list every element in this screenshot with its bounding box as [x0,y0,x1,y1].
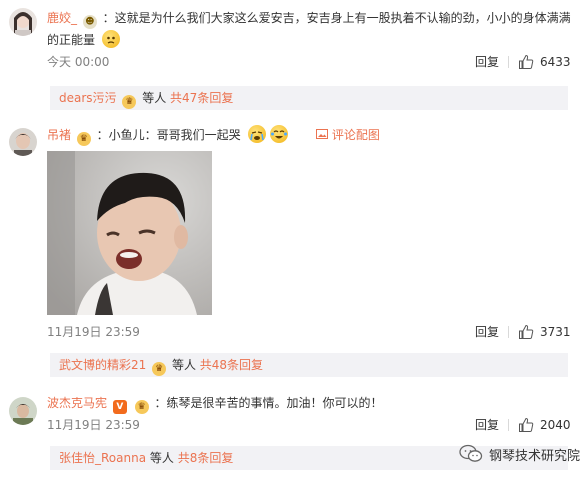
timestamp: 11月19日 23:59 [47,418,140,432]
fan-badge-icon: ♛ [134,400,149,414]
reply-count-link[interactable]: 共47条回复 [170,91,233,105]
thumbs-up-icon[interactable] [518,417,534,433]
verified-v-badge-icon: V [112,400,127,414]
crying-face-emoji-icon [247,125,266,143]
timestamp: 11月19日 23:59 [47,325,140,339]
thumbs-up-icon[interactable] [518,54,534,70]
like-count: 3731 [540,325,571,339]
wechat-icon [459,444,483,462]
avatar-image [9,8,37,36]
username-link[interactable]: 鹿姣_ [47,11,77,25]
image-icon[interactable] [316,128,328,140]
divider [508,419,509,431]
divider [508,326,509,338]
reply-username-link[interactable]: 张佳怡_Roanna [59,451,146,465]
fan-badge-icon: ♛ [152,362,167,376]
comment-body-cont: 的正能量 [47,30,120,50]
comment-text: ：小鱼儿：哥哥我们一起哭 [96,128,241,142]
username-link[interactable]: 吊褚 [47,128,71,142]
like-count: 6433 [540,55,571,69]
like-count: 2040 [540,418,571,432]
thumbs-up-icon[interactable] [518,324,534,340]
reply-suffix: 等人 [142,91,167,105]
divider [508,56,509,68]
laughing-tears-emoji-icon [270,125,289,143]
watermark: 钢琴技术研究院 [459,439,588,469]
comment-body: 波杰克马宪 V ♛ ：练琴是很辛苦的事情。加油！你可以的！ [47,393,383,414]
comment-body: 吊褚 ♛ ：小鱼儿：哥哥我们一起哭 评论配图 [47,125,380,146]
reply-username-link[interactable]: dears污污 [59,91,117,105]
comment-text-cont: 的正能量 [47,33,96,47]
fan-badge-icon: ☻ [82,15,97,29]
reply-count-link[interactable]: 共8条回复 [178,451,234,465]
avatar[interactable] [9,128,37,156]
avatar-image [9,397,37,425]
fan-badge-icon: ♛ [122,95,137,109]
reply-button[interactable]: 回复 [475,416,499,434]
comment-text: ：这就是为什么我们大家这么爱安吉，安吉身上有一股执着不认输的劲，小小的身体满满 [102,11,571,25]
reply-suffix: 等人 [171,358,196,372]
comment-image-link[interactable]: 评论配图 [332,128,380,142]
avatar[interactable] [9,397,37,425]
comment-2: 吊褚 ♛ ：小鱼儿：哥哥我们一起哭 评论配图 11月19日 23:59 回复 3… [0,115,588,380]
avatar-image [9,128,37,156]
reply-username-link[interactable]: 武文博的精彩21 [59,358,146,372]
reply-count-link[interactable]: 共48条回复 [200,358,263,372]
reply-button[interactable]: 回复 [475,323,499,341]
username-link[interactable]: 波杰克马宪 [47,396,107,410]
avatar[interactable] [9,8,37,36]
watermark-text: 钢琴技术研究院 [488,448,580,464]
fan-badge-icon: ♛ [76,132,91,146]
comment-1: 鹿姣_ ☻ ：这就是为什么我们大家这么爱安吉，安吉身上有一股执着不认输的劲，小小… [0,0,588,110]
timestamp: 今天 00:00 [47,55,110,69]
reply-preview-bar[interactable]: 武文博的精彩21 ♛ 等人 共48条回复 [50,353,568,377]
reply-suffix: 等人 [149,451,174,465]
crying-child-photo [47,151,212,315]
comment-body: 鹿姣_ ☻ ：这就是为什么我们大家这么爱安吉，安吉身上有一股执着不认输的劲，小小… [47,8,571,29]
worried-face-emoji-icon [101,30,120,48]
comment-text: ：练琴是很辛苦的事情。加油！你可以的！ [154,396,383,410]
reply-preview-bar[interactable]: dears污污 ♛ 等人 共47条回复 [50,86,568,110]
comment-image[interactable] [47,151,212,315]
reply-button[interactable]: 回复 [475,53,499,71]
